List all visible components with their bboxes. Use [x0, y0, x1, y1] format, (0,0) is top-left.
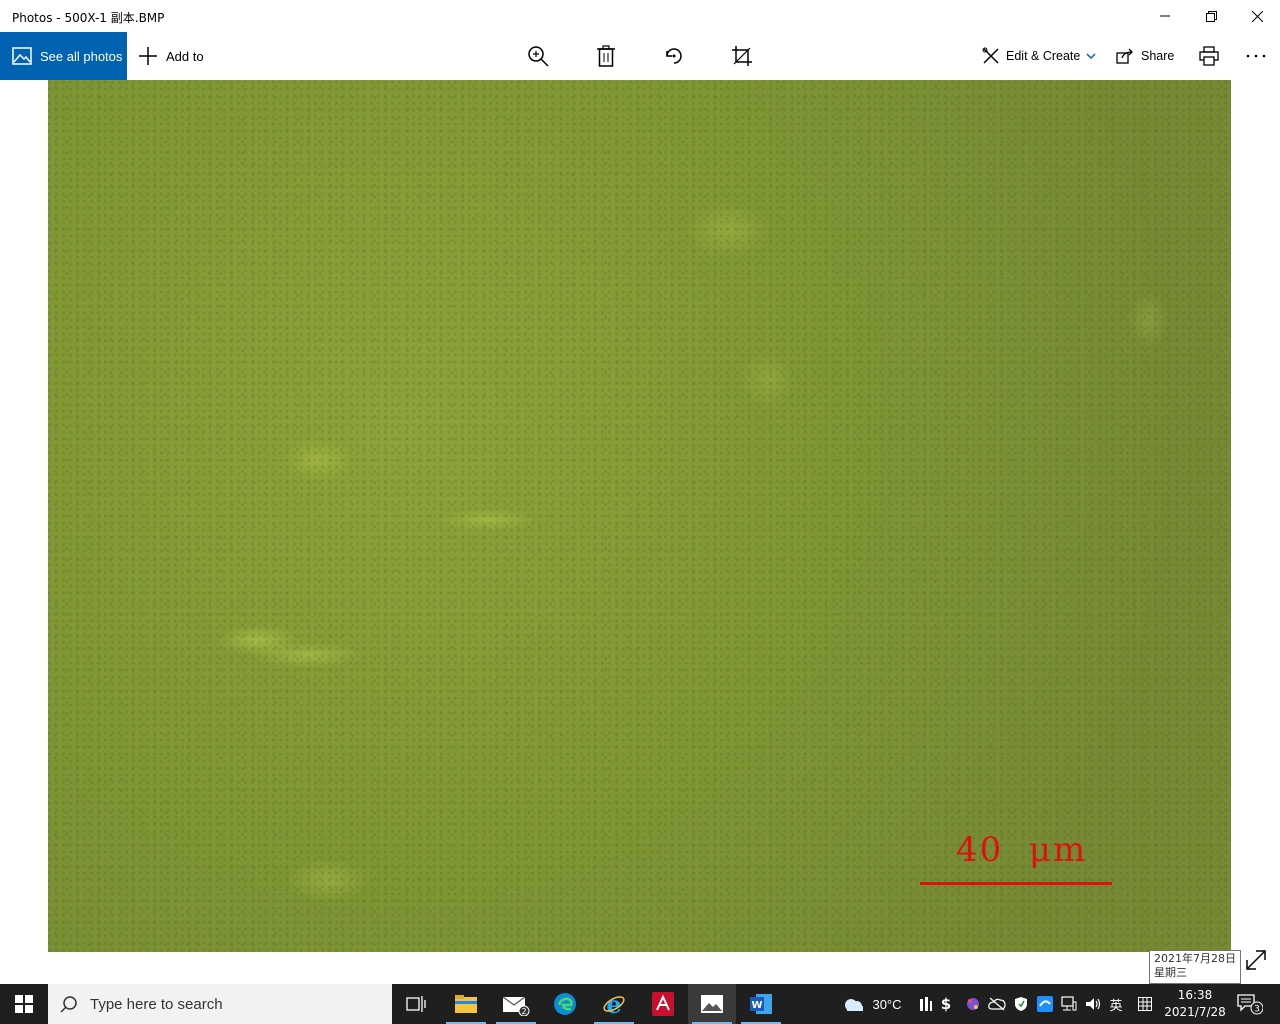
restore-icon	[1205, 10, 1217, 22]
acrobat-button[interactable]	[639, 984, 687, 1024]
notifications-button[interactable]: 3	[1232, 984, 1268, 1024]
taskbar: Type here to search 2 e W 30°C $ 英 16:38…	[0, 984, 1280, 1024]
more-icon	[1246, 54, 1266, 58]
chevron-down-icon	[1086, 53, 1096, 59]
volume-button[interactable]	[1082, 984, 1104, 1024]
weather-widget[interactable]: 30°C	[838, 984, 906, 1024]
svg-text:e: e	[606, 992, 621, 1016]
crop-button[interactable]	[730, 44, 754, 68]
delete-button[interactable]	[594, 44, 618, 68]
clock-date: 2021/7/28	[1164, 1005, 1226, 1019]
window-title: Photos - 500X-1 副本.BMP	[12, 11, 165, 25]
cloud-offline-icon	[988, 997, 1006, 1011]
share-button[interactable]: Share	[1116, 32, 1174, 80]
title-bar: Photos - 500X-1 副本.BMP	[0, 0, 1280, 32]
speaker-icon	[1086, 998, 1101, 1010]
search-icon	[60, 996, 77, 1013]
ie-icon: e	[603, 992, 625, 1016]
minimize-icon	[1160, 15, 1170, 17]
date-tooltip: 2021年7月28日 星期三	[1149, 950, 1241, 984]
close-icon	[1251, 10, 1263, 22]
trash-icon	[597, 45, 615, 67]
taskbar-search-box[interactable]: Type here to search	[48, 984, 392, 1024]
cloud-icon	[845, 999, 864, 1011]
notification-icon: 3	[1237, 994, 1263, 1015]
image-texture	[48, 80, 1231, 952]
weather-temp: 30°C	[872, 996, 902, 1012]
add-to-label: Add to	[166, 48, 204, 64]
photo-toolbar: See all photos Add to Edit & Create Shar…	[0, 32, 1280, 80]
edge-button[interactable]	[541, 984, 589, 1024]
share-icon	[1116, 48, 1133, 64]
tooltip-weekday: 星期三	[1154, 966, 1187, 979]
internet-explorer-button[interactable]: e	[590, 984, 638, 1024]
word-button[interactable]: W	[737, 984, 785, 1024]
rotate-icon	[666, 48, 682, 64]
close-button[interactable]	[1234, 0, 1280, 32]
search-placeholder: Type here to search	[90, 995, 223, 1013]
tray-app-icon-5[interactable]	[1034, 984, 1056, 1024]
photos-app-button[interactable]	[688, 984, 736, 1024]
colorful-app-icon	[967, 998, 979, 1010]
svg-text:$: $	[941, 995, 951, 1013]
photos-icon	[701, 995, 723, 1013]
app-blue-icon	[1037, 996, 1053, 1012]
task-view-icon	[406, 996, 426, 1012]
ime-mode-button[interactable]	[1133, 984, 1157, 1024]
mail-button[interactable]: 2	[492, 984, 540, 1024]
acrobat-icon	[652, 992, 674, 1016]
expand-icon	[1246, 950, 1266, 970]
svg-text:W: W	[751, 1000, 762, 1011]
dollar-icon: $	[941, 995, 951, 1013]
edit-icon	[982, 47, 999, 64]
edit-create-label: Edit & Create	[1006, 49, 1081, 63]
minimize-button[interactable]	[1142, 0, 1188, 32]
more-options-button[interactable]	[1244, 44, 1268, 68]
notification-count: 3	[1254, 1005, 1260, 1015]
edit-create-button[interactable]: Edit & Create	[982, 32, 1096, 80]
see-all-photos-label: See all photos	[40, 48, 123, 64]
scale-bar	[920, 882, 1112, 885]
tooltip-date: 2021年7月28日	[1154, 952, 1236, 965]
add-to-button[interactable]: Add to	[138, 32, 204, 80]
crop-icon	[732, 46, 752, 66]
security-tray-button[interactable]	[1010, 984, 1032, 1024]
task-view-button[interactable]	[392, 984, 440, 1024]
start-button[interactable]	[0, 984, 48, 1024]
see-all-photos-button[interactable]: See all photos	[0, 32, 127, 80]
fullscreen-button[interactable]	[1244, 948, 1268, 972]
print-button[interactable]	[1197, 44, 1221, 68]
zoom-button[interactable]	[526, 44, 550, 68]
file-explorer-button[interactable]	[442, 984, 490, 1024]
share-label: Share	[1141, 49, 1175, 63]
folder-icon	[455, 995, 477, 1013]
network-activity-icon	[920, 997, 932, 1011]
tray-app-icon-4[interactable]	[986, 984, 1008, 1024]
word-icon: W	[750, 994, 772, 1014]
edge-icon	[554, 993, 576, 1015]
ime-language-button[interactable]: 英	[1105, 984, 1127, 1024]
windows-icon	[15, 995, 33, 1013]
shield-icon	[1015, 997, 1027, 1011]
plus-icon	[139, 47, 157, 65]
input-grid-icon	[1138, 997, 1152, 1011]
network-icon	[1061, 996, 1077, 1011]
tray-app-icon-2[interactable]: $	[936, 984, 956, 1024]
tray-app-icon-1[interactable]	[916, 984, 936, 1024]
clock-time: 16:38	[1177, 988, 1213, 1002]
restore-button[interactable]	[1188, 0, 1234, 32]
tray-app-icon-3[interactable]	[962, 984, 984, 1024]
printer-icon	[1199, 46, 1219, 66]
rotate-button[interactable]	[662, 44, 686, 68]
mail-badge: 2	[521, 1007, 526, 1016]
scale-label: 40 μm	[956, 830, 1088, 870]
clock[interactable]: 16:38 2021/7/28	[1164, 984, 1226, 1024]
network-button[interactable]	[1058, 984, 1080, 1024]
micrograph-image: 40 μm	[48, 80, 1231, 952]
mail-icon: 2	[502, 996, 530, 1016]
photos-icon	[12, 47, 32, 65]
zoom-icon	[528, 46, 549, 67]
